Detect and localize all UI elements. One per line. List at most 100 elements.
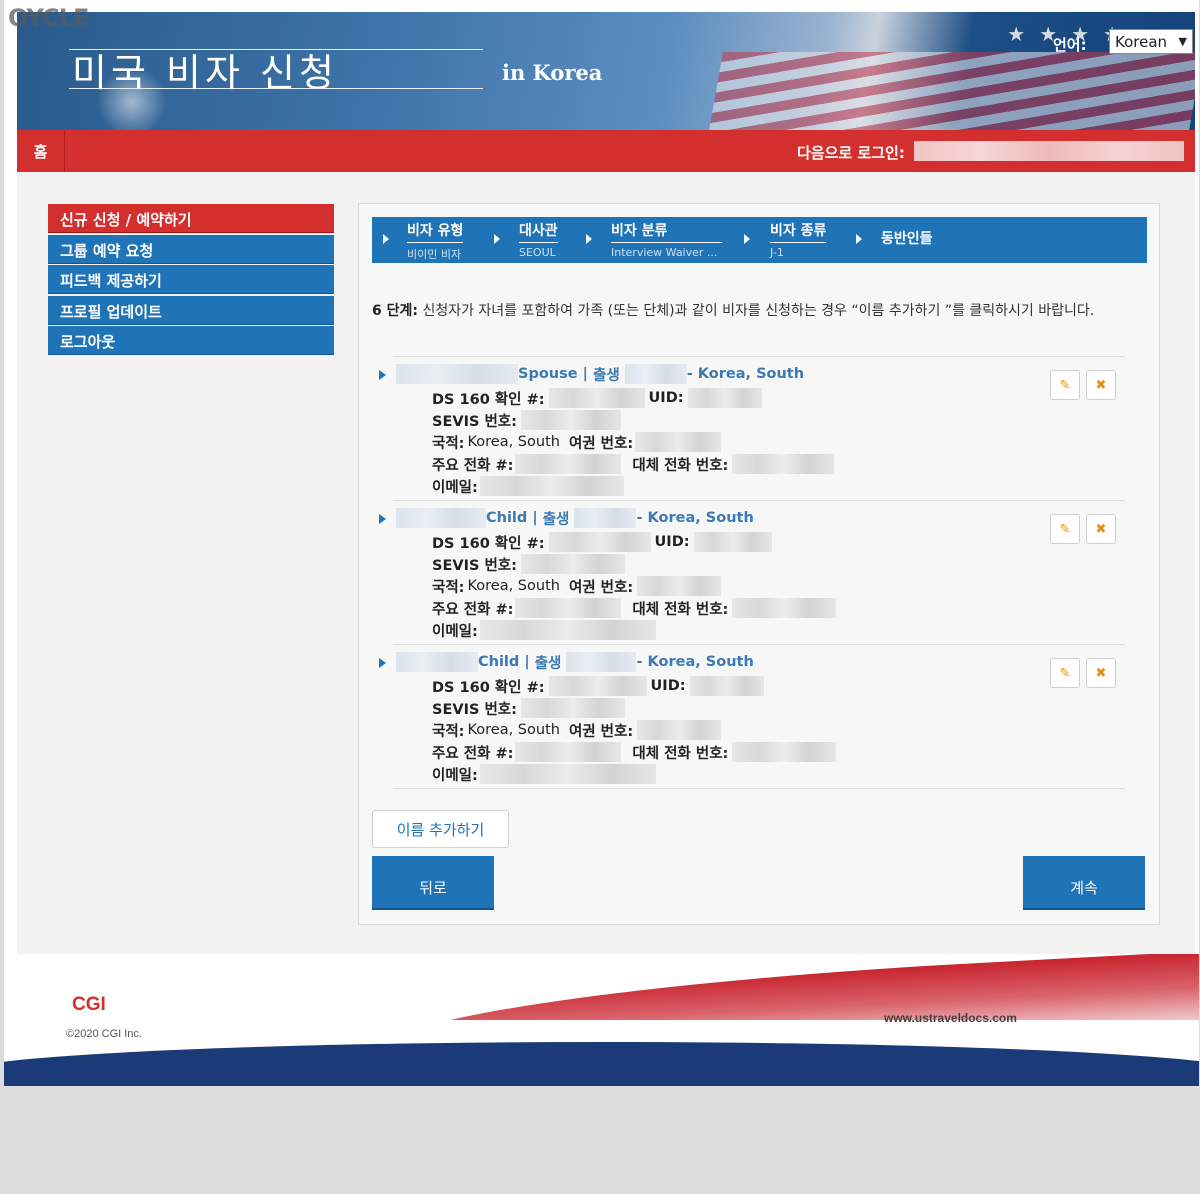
ds160-row: DS 160 확인 #: UID: [432, 387, 762, 409]
flag-stripes [707, 52, 1195, 130]
step-number: 6 단계: [372, 303, 418, 319]
phone-row: 주요 전화 #: 대체 전화 번호: [432, 597, 837, 619]
applicant-header: Child | 출생 - Korea, South [396, 508, 754, 528]
applicant-name-redacted [396, 652, 478, 672]
birthdate-redacted [624, 364, 687, 384]
title-divider-bottom [69, 88, 483, 89]
delete-button[interactable]: ✖ [1086, 370, 1116, 400]
step-arrow-icon [383, 234, 389, 244]
birthdate-redacted [566, 652, 637, 672]
phone-row: 주요 전화 #: 대체 전화 번호: [432, 453, 835, 475]
watermark: OYCLE [8, 4, 89, 32]
pencil-icon: ✎ [1059, 665, 1071, 681]
site-url[interactable]: www.ustraveldocs.com [884, 1011, 1017, 1025]
sidebar-item-group-request[interactable]: 그룹 예약 요청 [48, 234, 334, 264]
instruction-text: 신청자가 자녀를 포함하여 가족 (또는 단체)과 같이 비자를 신청하는 경우… [422, 303, 1095, 319]
sidebar-item-profile-update[interactable]: 프로필 업데이트 [48, 295, 334, 325]
sidebar-item-feedback[interactable]: 피드백 제공하기 [48, 265, 334, 294]
applicant-card-1: Spouse | 출생 - Korea, South DS 160 확인 #: … [372, 360, 1152, 500]
expand-arrow-icon[interactable] [379, 514, 386, 524]
back-button[interactable]: 뒤로 [372, 856, 494, 910]
step-visa-kind[interactable]: 비자 종류 J-1 [770, 217, 827, 263]
step-arrow-icon [586, 234, 592, 244]
nationality-row: 국적: Korea, South 여권 번호: [432, 719, 722, 741]
passport-redacted [637, 576, 722, 596]
top-nav: 홈 다음으로 로그인: [17, 130, 1195, 172]
sevis-row: SEVIS 번호: [432, 697, 625, 719]
progress-steps: 비자 유형 비이민 비자 대사관 SEOUL 비자 분류 Interview W… [372, 217, 1147, 263]
ds160-redacted [548, 532, 651, 552]
applicant-name-redacted [396, 508, 486, 528]
uid-redacted [693, 532, 772, 552]
ds160-row: DS 160 확인 #: UID: [432, 675, 764, 697]
email-row: 이메일: [432, 619, 656, 641]
birthdate-redacted [574, 508, 637, 528]
logged-in-label: 다음으로 로그인: [797, 144, 905, 162]
applicant-header: Spouse | 출생 - Korea, South [396, 364, 804, 384]
email-redacted [479, 620, 656, 640]
divider [393, 356, 1125, 357]
step-instructions: 6 단계: 신청자가 자녀를 포함하여 가족 (또는 단체)과 같이 비자를 신… [372, 300, 1152, 322]
passport-redacted [637, 720, 722, 740]
alt-phone-redacted [732, 598, 837, 618]
sidebar: 신규 신청 / 예약하기 그룹 예약 요청 피드백 제공하기 프로필 업데이트 … [48, 204, 334, 357]
ds160-redacted [548, 676, 647, 696]
expand-arrow-icon[interactable] [379, 658, 386, 668]
language-label: 언어: [1053, 36, 1087, 54]
applicant-card-3: Child | 출생 - Korea, South DS 160 확인 #: U… [372, 648, 1152, 788]
page: OYCLE ★★★★ 미국 비자 신청 in Korea 언어: Korean … [0, 0, 1200, 1086]
close-icon: ✖ [1095, 665, 1107, 681]
language-value: Korean [1115, 32, 1168, 51]
ds160-redacted [548, 388, 645, 408]
header-banner: ★★★★ 미국 비자 신청 in Korea 언어: Korean ▼ [17, 12, 1195, 130]
edit-button[interactable]: ✎ [1050, 658, 1080, 688]
primary-phone-redacted [515, 454, 622, 474]
edit-button[interactable]: ✎ [1050, 370, 1080, 400]
uid-redacted [687, 388, 762, 408]
sevis-row: SEVIS 번호: [432, 409, 621, 431]
chevron-down-icon: ▼ [1178, 35, 1187, 48]
uid-redacted [689, 676, 764, 696]
cgi-logo: CGI [72, 994, 106, 1015]
footer: CGI ©2020 CGI Inc. www.ustraveldocs.com [4, 954, 1199, 1086]
step-visa-category[interactable]: 비자 분류 Interview Waiver ... [611, 217, 722, 263]
primary-phone-redacted [515, 742, 622, 762]
alt-phone-redacted [732, 454, 835, 474]
main-content: 신규 신청 / 예약하기 그룹 예약 요청 피드백 제공하기 프로필 업데이트 … [17, 172, 1195, 954]
passport-redacted [635, 432, 722, 452]
application-panel: 비자 유형 비이민 비자 대사관 SEOUL 비자 분류 Interview W… [358, 203, 1160, 925]
applicant-card-2: Child | 출생 - Korea, South DS 160 확인 #: U… [372, 504, 1152, 644]
applicant-name-redacted [396, 364, 518, 384]
divider [393, 644, 1125, 645]
sevis-redacted [520, 554, 625, 574]
close-icon: ✖ [1095, 377, 1107, 393]
step-arrow-icon [494, 234, 500, 244]
language-select[interactable]: Korean ▼ [1109, 29, 1193, 54]
alt-phone-redacted [732, 742, 837, 762]
pencil-icon: ✎ [1059, 377, 1071, 393]
email-redacted [479, 764, 656, 784]
step-visa-type[interactable]: 비자 유형 비이민 비자 [407, 217, 464, 263]
copyright: ©2020 CGI Inc. [66, 1028, 142, 1040]
step-arrow-icon [856, 234, 862, 244]
delete-button[interactable]: ✖ [1086, 514, 1116, 544]
footer-wave-blue [4, 1042, 1199, 1086]
edit-button[interactable]: ✎ [1050, 514, 1080, 544]
close-icon: ✖ [1095, 521, 1107, 537]
site-subtitle: in Korea [502, 60, 603, 85]
step-companions[interactable]: 동반인들 [881, 225, 933, 271]
delete-button[interactable]: ✖ [1086, 658, 1116, 688]
home-link[interactable]: 홈 [17, 130, 65, 172]
phone-row: 주요 전화 #: 대체 전화 번호: [432, 741, 837, 763]
ds160-row: DS 160 확인 #: UID: [432, 531, 772, 553]
continue-button[interactable]: 계속 [1023, 856, 1145, 910]
sidebar-item-new-application[interactable]: 신규 신청 / 예약하기 [48, 204, 334, 233]
sidebar-item-logout[interactable]: 로그아웃 [48, 326, 334, 355]
sevis-redacted [520, 698, 625, 718]
email-row: 이메일: [432, 475, 624, 497]
add-name-button[interactable]: 이름 추가하기 [372, 810, 509, 848]
expand-arrow-icon[interactable] [379, 370, 386, 380]
step-embassy[interactable]: 대사관 SEOUL [519, 217, 558, 263]
primary-phone-redacted [515, 598, 622, 618]
step-arrow-icon [744, 234, 750, 244]
